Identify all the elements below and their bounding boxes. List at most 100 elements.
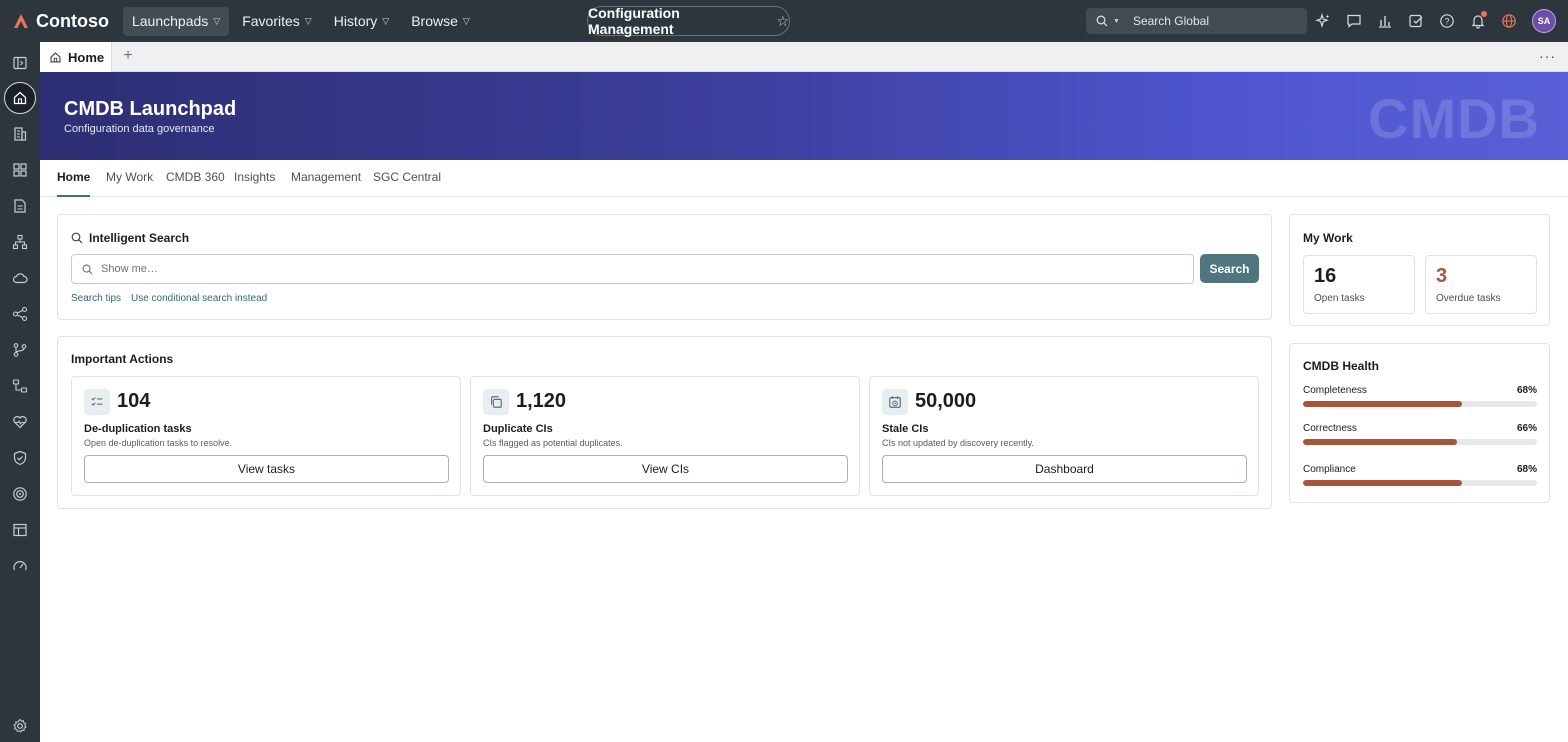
subtab-management[interactable]: Management xyxy=(291,170,361,197)
sparkle-icon[interactable] xyxy=(1313,11,1333,31)
action-duplicate-cis: 1,120 Duplicate CIs CIs flagged as poten… xyxy=(470,376,860,496)
gear-icon[interactable] xyxy=(0,711,40,741)
page-subtitle: Configuration data governance xyxy=(64,123,215,135)
chevron-down-icon: ▽ xyxy=(382,15,390,26)
branch-icon[interactable] xyxy=(0,335,40,365)
bell-icon[interactable] xyxy=(1468,11,1488,31)
svg-text:?: ? xyxy=(1444,16,1449,26)
hierarchy-icon[interactable] xyxy=(0,227,40,257)
search-button[interactable]: Search xyxy=(1200,254,1259,283)
page-title: CMDB Launchpad xyxy=(64,98,237,120)
search-icon xyxy=(1096,15,1108,27)
nav-launchpads[interactable]: Launchpads ▽ xyxy=(122,6,230,36)
target-icon[interactable] xyxy=(0,479,40,509)
subtab-cmdb-360[interactable]: CMDB 360 xyxy=(166,170,225,197)
action-count: 1,120 xyxy=(516,390,567,412)
action-description: CIs flagged as potential duplicates. xyxy=(483,438,623,448)
cloud-icon[interactable] xyxy=(0,263,40,293)
apps-icon[interactable] xyxy=(0,155,40,185)
help-icon[interactable]: ? xyxy=(1437,11,1457,31)
important-actions-card: Important Actions 104 De-duplication tas… xyxy=(57,336,1272,509)
nav-history[interactable]: History ▽ xyxy=(325,7,398,36)
metric-label: Compliance xyxy=(1303,464,1356,475)
chevron-down-icon[interactable]: ▼ xyxy=(1113,18,1120,25)
view-tasks-button[interactable]: View tasks xyxy=(84,455,449,483)
chat-icon[interactable] xyxy=(1344,11,1364,31)
intelligent-search-input[interactable] xyxy=(101,263,1181,275)
nav-browse-label: Browse xyxy=(411,13,458,29)
context-title-pill[interactable]: Configuration Management ☆ xyxy=(587,5,790,37)
subtab-insights[interactable]: Insights xyxy=(234,170,275,197)
top-bar: Contoso Launchpads ▽ Favorites ▽ History ▽ … xyxy=(0,0,1568,42)
tab-home[interactable]: Home xyxy=(40,42,112,72)
left-rail xyxy=(0,42,40,742)
progress-track xyxy=(1303,401,1537,407)
more-icon[interactable]: ··· xyxy=(1539,48,1556,64)
top-icons: ? xyxy=(1313,0,1519,42)
intelligent-search-field[interactable] xyxy=(71,254,1194,284)
table-icon[interactable] xyxy=(0,515,40,545)
star-icon[interactable]: ☆ xyxy=(776,13,789,30)
action-name: De-duplication tasks xyxy=(84,423,192,435)
sidebar-toggle-icon[interactable] xyxy=(0,48,40,78)
progress-fill xyxy=(1303,401,1463,407)
chevron-down-icon: ▽ xyxy=(304,15,312,26)
document-icon[interactable] xyxy=(0,191,40,221)
overdue-tasks-tile[interactable]: 3 Overdue tasks xyxy=(1425,255,1537,314)
nav-launchpads-label: Launchpads xyxy=(131,13,209,29)
progress-track xyxy=(1303,439,1537,445)
conditional-search-link[interactable]: Use conditional search instead xyxy=(131,293,267,304)
shield-icon[interactable] xyxy=(0,443,40,473)
overdue-tasks-label: Overdue tasks xyxy=(1436,293,1501,304)
intelligent-search-title-text: Intelligent Search xyxy=(89,231,190,245)
chevron-down-icon: ▽ xyxy=(462,15,470,26)
notification-dot xyxy=(1481,11,1487,17)
tab-home-label: Home xyxy=(68,49,105,65)
checklist-icon xyxy=(84,389,110,415)
chart-icon[interactable] xyxy=(1375,11,1395,31)
nav-browse[interactable]: Browse ▽ xyxy=(402,7,479,36)
gauge-icon[interactable] xyxy=(0,551,40,581)
subtab-home[interactable]: Home xyxy=(57,170,91,197)
metric-label: Correctness xyxy=(1303,423,1357,434)
building-icon[interactable] xyxy=(0,119,40,149)
search-icon xyxy=(71,232,83,244)
nav-history-label: History xyxy=(333,13,378,29)
nav-favorites[interactable]: Favorites ▽ xyxy=(233,7,321,36)
view-cis-button[interactable]: View CIs xyxy=(483,455,848,483)
open-tasks-tile[interactable]: 16 Open tasks xyxy=(1303,255,1415,314)
avatar[interactable]: SA xyxy=(1532,9,1556,33)
metric-percent: 66% xyxy=(1516,423,1537,434)
action-name: Duplicate CIs xyxy=(483,423,553,435)
brand-name: Contoso xyxy=(36,10,109,31)
workflow-icon[interactable] xyxy=(0,371,40,401)
nav-favorites-label: Favorites xyxy=(242,13,300,29)
metric-percent: 68% xyxy=(1516,464,1537,475)
overdue-tasks-count: 3 xyxy=(1436,265,1448,287)
copy-icon xyxy=(483,389,509,415)
banner-watermark: CMDB xyxy=(1368,87,1540,150)
brand[interactable]: Contoso xyxy=(13,11,109,32)
action-stale-cis: 50,000 Stale CIs CIs not updated by disc… xyxy=(869,376,1259,496)
intelligent-search-card: Intelligent Search Search Search tips Us… xyxy=(57,214,1272,320)
progress-fill xyxy=(1303,439,1458,445)
action-description: Open de-duplication tasks to resolve. xyxy=(84,438,233,448)
subtab-sgc-central[interactable]: SGC Central xyxy=(373,170,441,197)
metric-correctness: Correctness 66% xyxy=(1303,423,1537,447)
open-tasks-count: 16 xyxy=(1314,265,1337,287)
add-tab-icon[interactable]: + xyxy=(119,47,137,65)
cmdb-health-title: CMDB Health xyxy=(1303,359,1380,373)
action-count: 50,000 xyxy=(915,390,977,412)
heart-icon[interactable] xyxy=(0,407,40,437)
subtab-my-work[interactable]: My Work xyxy=(106,170,153,197)
home-icon[interactable] xyxy=(0,82,40,114)
checklist-icon[interactable] xyxy=(1406,11,1426,31)
sub-tabs: Home My Work CMDB 360 Insights Managemen… xyxy=(40,160,1568,197)
global-search[interactable]: ▼ xyxy=(1086,8,1307,34)
search-tips-link[interactable]: Search tips xyxy=(71,293,121,304)
action-name: Stale CIs xyxy=(882,423,929,435)
global-search-input[interactable] xyxy=(1132,14,1303,28)
dashboard-button[interactable]: Dashboard xyxy=(882,455,1247,483)
share-icon[interactable] xyxy=(0,299,40,329)
globe-icon[interactable] xyxy=(1499,11,1519,31)
